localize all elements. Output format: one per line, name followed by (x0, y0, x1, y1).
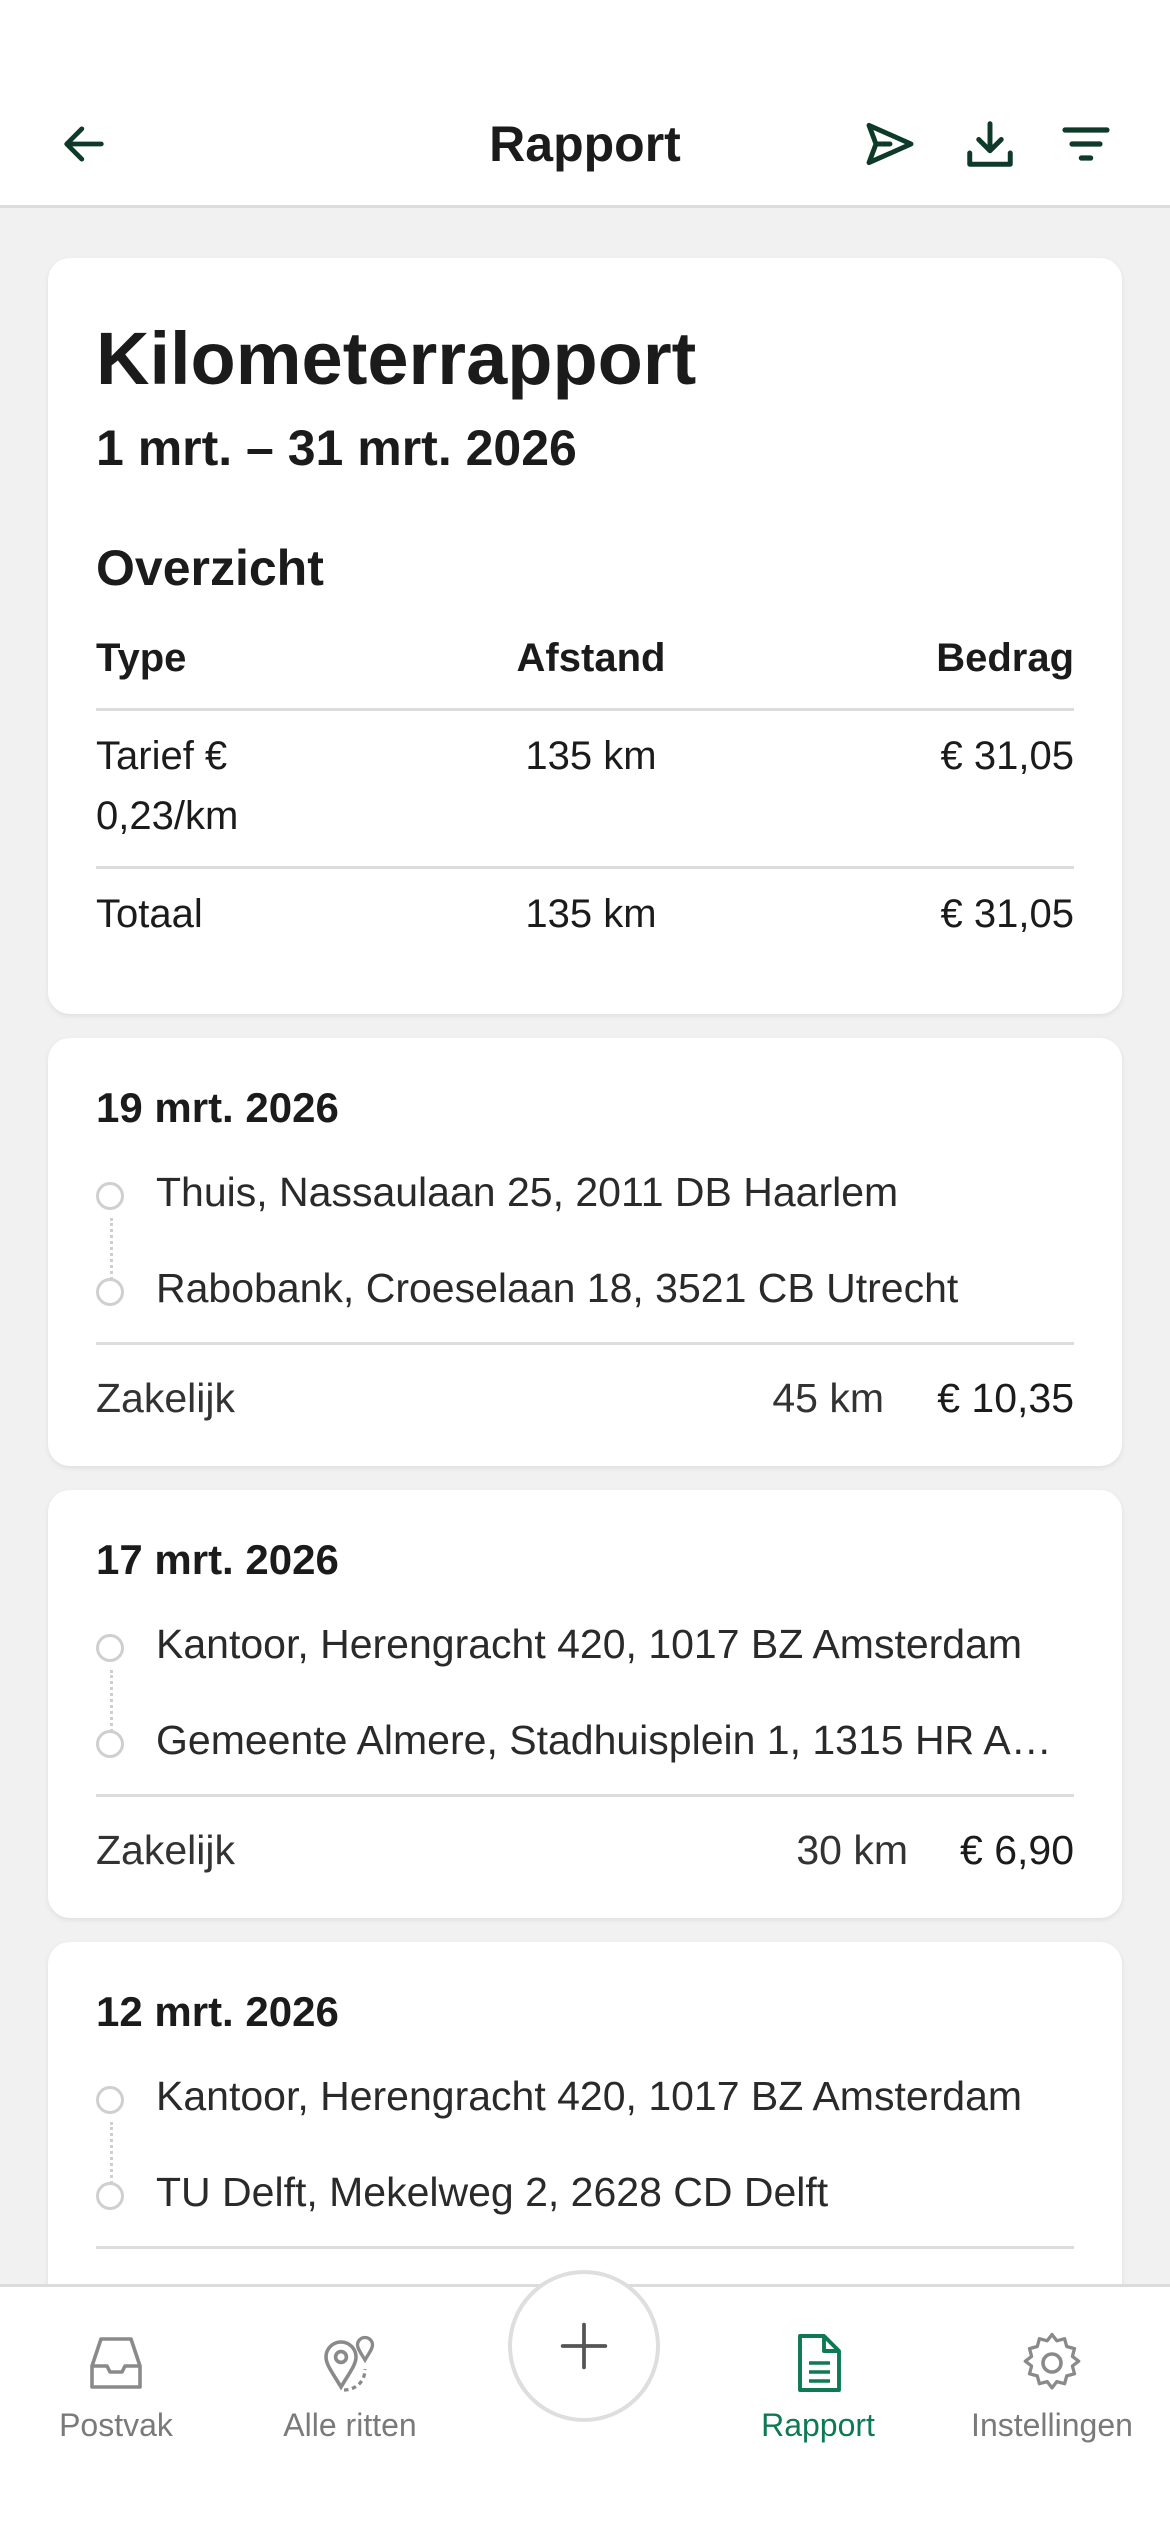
divider (96, 2246, 1074, 2249)
filter-icon (1062, 127, 1110, 161)
nav-label-instellingen: Instellingen (971, 2407, 1133, 2443)
nav-item-postvak[interactable]: Postvak (16, 2307, 216, 2467)
nav-label-alle-ritten: Alle ritten (283, 2407, 417, 2443)
add-trip-button[interactable] (508, 2270, 660, 2422)
destination-address: Rabobank, Croeselaan 18, 3521 CB Utrecht (156, 1265, 959, 1311)
trip-distance: 45 km (772, 1375, 884, 1421)
trip-category: Zakelijk (96, 1375, 235, 1421)
nav-label-postvak: Postvak (59, 2407, 173, 2443)
report-summary-card: Kilometerrapport 1 mrt. – 31 mrt. 2026 O… (48, 258, 1122, 1014)
total-distance-cell: 135 km (525, 892, 657, 936)
rate-amount-cell: € 31,05 (940, 734, 1074, 778)
origin-dot-icon (96, 1634, 124, 1662)
download-button[interactable] (958, 112, 1022, 176)
destination-dot-icon (96, 1730, 124, 1758)
trip-destination: Gemeente Almere, Stadhuisplein 1, 1315 H… (96, 1710, 1056, 1770)
trip-amount: € 6,90 (960, 1827, 1074, 1873)
divider (96, 866, 1074, 869)
destination-dot-icon (96, 1278, 124, 1306)
plus-icon (560, 2322, 608, 2370)
column-header-type: Type (96, 636, 187, 680)
trip-origin: Kantoor, Herengracht 420, 1017 BZ Amster… (96, 2066, 1056, 2126)
origin-dot-icon (96, 2086, 124, 2114)
send-button[interactable] (858, 112, 922, 176)
map-pins-icon (324, 2335, 375, 2392)
rate-type-cell: Tarief € 0,23/km (96, 734, 239, 838)
report-title: Kilometerrapport (96, 317, 697, 400)
rate-distance-cell: 135 km (525, 734, 657, 778)
nav-item-instellingen[interactable]: Instellingen (952, 2307, 1152, 2467)
trip-destination: Rabobank, Croeselaan 18, 3521 CB Utrecht (96, 1258, 1056, 1318)
trip-destination: TU Delft, Mekelweg 2, 2628 CD Delft (96, 2162, 1056, 2222)
destination-address: TU Delft, Mekelweg 2, 2628 CD Delft (156, 2169, 829, 2215)
overview-heading: Overzicht (96, 540, 324, 596)
trip-amount: € 10,35 (937, 1375, 1074, 1421)
trip-date: 19 mrt. 2026 (96, 1084, 339, 1131)
total-amount-cell: € 31,05 (940, 892, 1074, 936)
download-icon (967, 121, 1013, 167)
destination-address: Gemeente Almere, Stadhuisplein 1, 1315 H… (156, 1717, 1056, 1763)
trip-card[interactable]: 19 mrt. 2026 Thuis, Nassaulaan 25, 2011 … (48, 1038, 1122, 1466)
divider (96, 708, 1074, 711)
trip-origin: Thuis, Nassaulaan 25, 2011 DB Haarlem (96, 1162, 1056, 1222)
report-period: 1 mrt. – 31 mrt. 2026 (96, 420, 577, 476)
divider (96, 1342, 1074, 1345)
nav-item-rapport[interactable]: Rapport (718, 2307, 918, 2467)
origin-address: Thuis, Nassaulaan 25, 2011 DB Haarlem (156, 1169, 899, 1215)
total-type-cell: Totaal (96, 892, 203, 936)
nav-label-rapport: Rapport (761, 2407, 875, 2443)
origin-dot-icon (96, 1182, 124, 1210)
trip-card[interactable]: 17 mrt. 2026 Kantoor, Herengracht 420, 1… (48, 1490, 1122, 1918)
trip-date: 17 mrt. 2026 (96, 1536, 339, 1583)
nav-item-alle-ritten[interactable]: Alle ritten (250, 2307, 450, 2467)
divider (96, 1794, 1074, 1797)
origin-address: Kantoor, Herengracht 420, 1017 BZ Amster… (156, 2073, 1023, 2119)
send-icon (866, 122, 914, 166)
document-icon (798, 2334, 841, 2392)
gear-icon (1023, 2332, 1081, 2390)
filter-button[interactable] (1054, 112, 1118, 176)
destination-dot-icon (96, 2182, 124, 2210)
column-header-distance: Afstand (516, 636, 666, 680)
trip-date: 12 mrt. 2026 (96, 1988, 339, 2035)
column-header-amount: Bedrag (936, 636, 1074, 680)
trip-origin: Kantoor, Herengracht 420, 1017 BZ Amster… (96, 1614, 1056, 1674)
trip-distance: 30 km (796, 1827, 908, 1873)
inbox-icon (90, 2337, 142, 2389)
top-app-bar: Rapport (0, 0, 1170, 208)
trip-category: Zakelijk (96, 1827, 235, 1873)
origin-address: Kantoor, Herengracht 420, 1017 BZ Amster… (156, 1621, 1023, 1667)
